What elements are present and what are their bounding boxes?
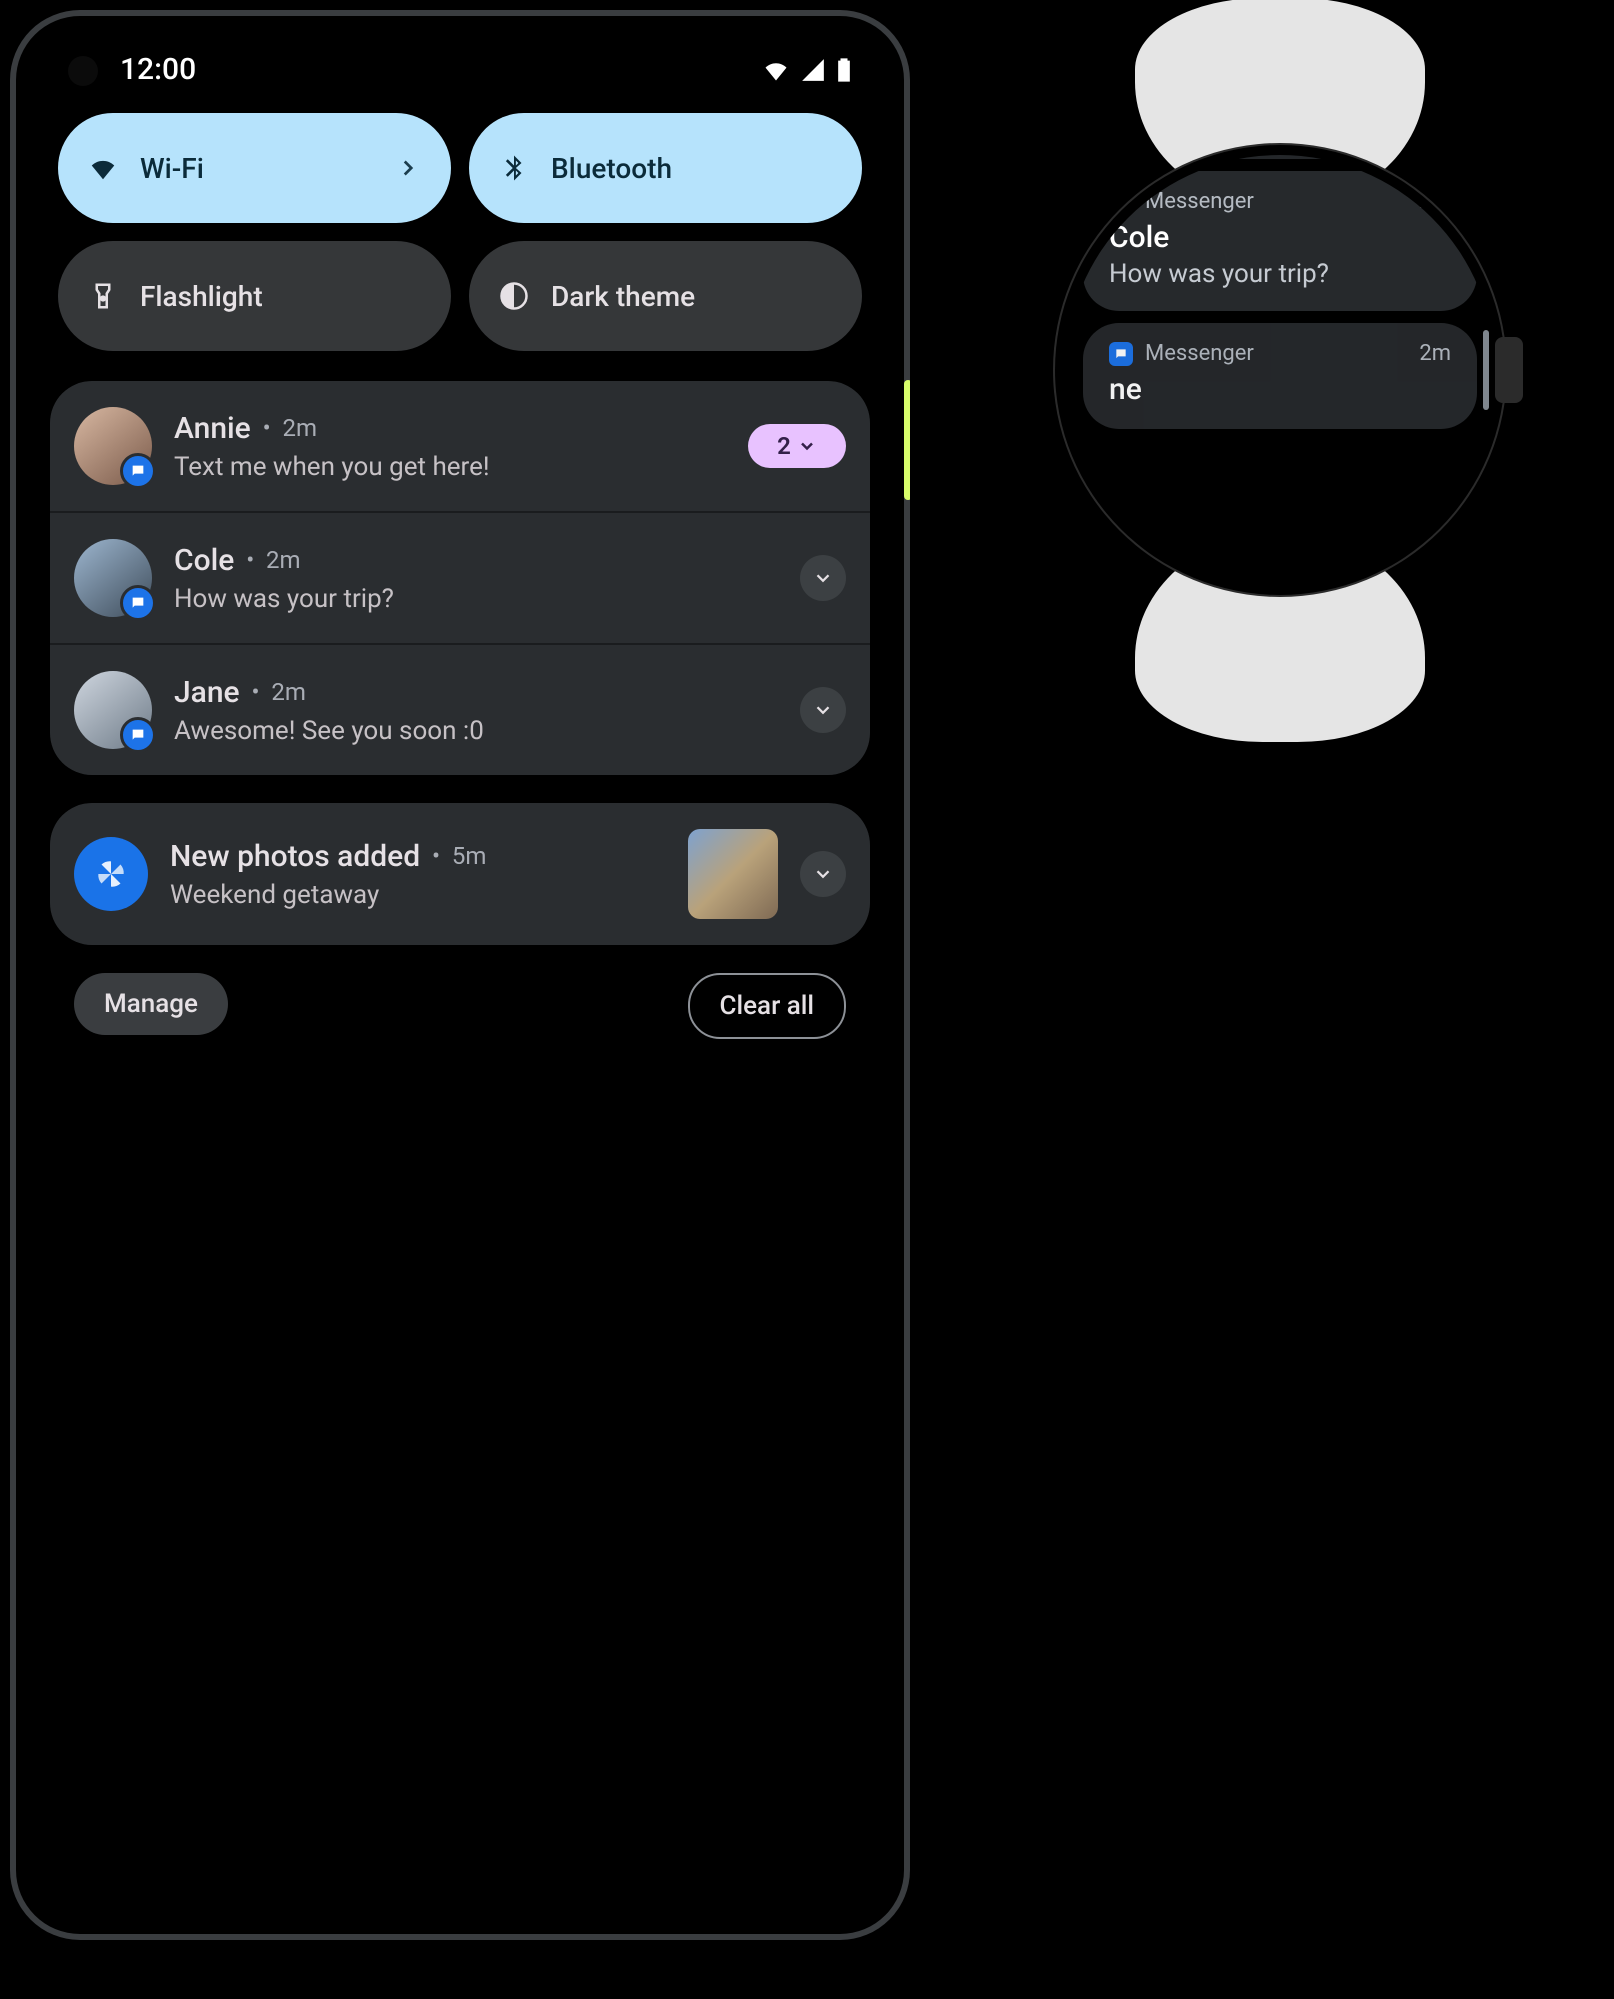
notification-sender: Annie — [174, 411, 251, 446]
manage-notifications-button[interactable]: Manage — [74, 973, 228, 1035]
notification-body: Jane • 2m Awesome! See you soon :0 — [174, 675, 778, 746]
clear-all-button[interactable]: Clear all — [688, 973, 846, 1039]
button-label: Manage — [104, 989, 198, 1019]
avatar — [74, 407, 152, 485]
dark-theme-icon — [499, 281, 529, 311]
watch-notification-card[interactable]: Messenger 2m Cole How was your trip? — [1083, 171, 1477, 311]
messenger-app-icon — [1109, 342, 1133, 366]
notification-shade[interactable]: Annie • 2m Text me when you get here! 2 — [50, 381, 870, 1039]
watch-notification-card[interactable]: …xt me when you get here! — [1083, 155, 1477, 159]
notification-count: 2 — [777, 432, 791, 460]
notification-message: How was your trip? — [174, 584, 778, 614]
qs-tile-darktheme[interactable]: Dark theme — [469, 241, 862, 351]
watch-notification-list[interactable]: …xt me when you get here! Messenger 2m C… — [1065, 155, 1495, 515]
notification-body: New photos added • 5m Weekend getaway — [170, 839, 666, 910]
messenger-app-badge-icon — [120, 585, 156, 621]
phone-front-camera — [68, 56, 98, 86]
separator-dot: • — [252, 680, 260, 705]
expand-notification-button[interactable] — [800, 851, 846, 897]
watch-notification-card[interactable]: Messenger 2m ne — [1083, 323, 1477, 429]
notification-body: Annie • 2m Text me when you get here! — [174, 411, 726, 482]
qs-tile-label: Flashlight — [140, 280, 263, 313]
wifi-status-icon — [762, 56, 790, 84]
expand-notification-button[interactable] — [800, 687, 846, 733]
bluetooth-icon — [499, 153, 529, 183]
chevron-down-icon — [812, 567, 834, 589]
notification-group: New photos added • 5m Weekend getaway — [50, 803, 870, 945]
app-notification[interactable]: New photos added • 5m Weekend getaway — [50, 803, 870, 945]
notification-sender: Cole — [174, 543, 234, 578]
watch-card-app-name: Messenger — [1145, 341, 1254, 366]
conversation-notification[interactable]: Cole • 2m How was your trip? — [50, 511, 870, 643]
status-bar: 12:00 — [28, 28, 892, 95]
qs-tile-flashlight[interactable]: Flashlight — [58, 241, 451, 351]
notification-sender: Jane — [174, 675, 240, 710]
watch-card-app-name: Messenger — [1145, 189, 1254, 214]
notification-time: 2m — [266, 546, 301, 574]
wifi-icon — [88, 153, 118, 183]
avatar — [74, 539, 152, 617]
conversation-notification[interactable]: Annie • 2m Text me when you get here! 2 — [50, 381, 870, 511]
conversation-group: Annie • 2m Text me when you get here! 2 — [50, 381, 870, 775]
qs-tile-label: Wi-Fi — [140, 152, 204, 185]
qs-tile-label: Bluetooth — [551, 152, 672, 185]
expand-notification-button[interactable] — [800, 555, 846, 601]
photos-app-icon — [74, 837, 148, 911]
watch-card-sender: ne — [1109, 372, 1451, 407]
notification-time: 2m — [271, 678, 306, 706]
shade-footer: Manage Clear all — [74, 973, 846, 1039]
qs-tile-wifi[interactable]: Wi-Fi — [58, 113, 451, 223]
messenger-app-badge-icon — [120, 453, 156, 489]
notification-subtitle: Weekend getaway — [170, 880, 666, 910]
notification-title: New photos added — [170, 839, 420, 874]
messenger-app-badge-icon — [120, 717, 156, 753]
battery-status-icon — [836, 56, 852, 84]
watch-screen: …xt me when you get here! Messenger 2m C… — [1065, 155, 1495, 585]
qs-tile-label: Dark theme — [551, 280, 695, 313]
watch-card-time: 2m — [1419, 341, 1451, 366]
watch-case: …xt me when you get here! Messenger 2m C… — [1065, 155, 1495, 585]
chevron-down-icon — [812, 699, 834, 721]
conversation-notification[interactable]: Jane • 2m Awesome! See you soon :0 — [50, 643, 870, 775]
button-label: Clear all — [720, 991, 814, 1021]
notification-thumbnail — [688, 829, 778, 919]
phone-screen: 12:00 Wi-Fi Bluetooth — [28, 28, 892, 1922]
messenger-app-icon — [1109, 190, 1133, 214]
status-icons — [762, 56, 852, 84]
avatar — [74, 671, 152, 749]
notification-message: Awesome! See you soon :0 — [174, 716, 778, 746]
watch-card-time: 2m — [1419, 189, 1451, 214]
separator-dot: • — [246, 548, 254, 573]
signal-status-icon — [800, 57, 826, 83]
status-clock: 12:00 — [120, 52, 196, 87]
notification-body: Cole • 2m How was your trip? — [174, 543, 778, 614]
watch-frame: …xt me when you get here! Messenger 2m C… — [1000, 10, 1560, 730]
separator-dot: • — [432, 844, 440, 869]
qs-tile-bluetooth[interactable]: Bluetooth — [469, 113, 862, 223]
chevron-down-icon — [797, 436, 817, 456]
separator-dot: • — [263, 416, 271, 441]
phone-power-button — [904, 380, 910, 500]
watch-card-sender: Cole — [1109, 220, 1451, 255]
watch-card-message: How was your trip? — [1109, 259, 1451, 289]
watch-crown — [1495, 337, 1523, 403]
notification-message: Text me when you get here! — [174, 452, 726, 482]
chevron-right-icon[interactable] — [395, 155, 421, 181]
chevron-down-icon — [812, 863, 834, 885]
notification-time: 2m — [282, 414, 317, 442]
phone-frame: 12:00 Wi-Fi Bluetooth — [10, 10, 910, 1940]
quick-settings: Wi-Fi Bluetooth Flashlight Dark theme — [28, 95, 892, 357]
flashlight-icon — [88, 281, 118, 311]
notification-count-expand-button[interactable]: 2 — [748, 424, 846, 468]
notification-time: 5m — [452, 842, 487, 870]
